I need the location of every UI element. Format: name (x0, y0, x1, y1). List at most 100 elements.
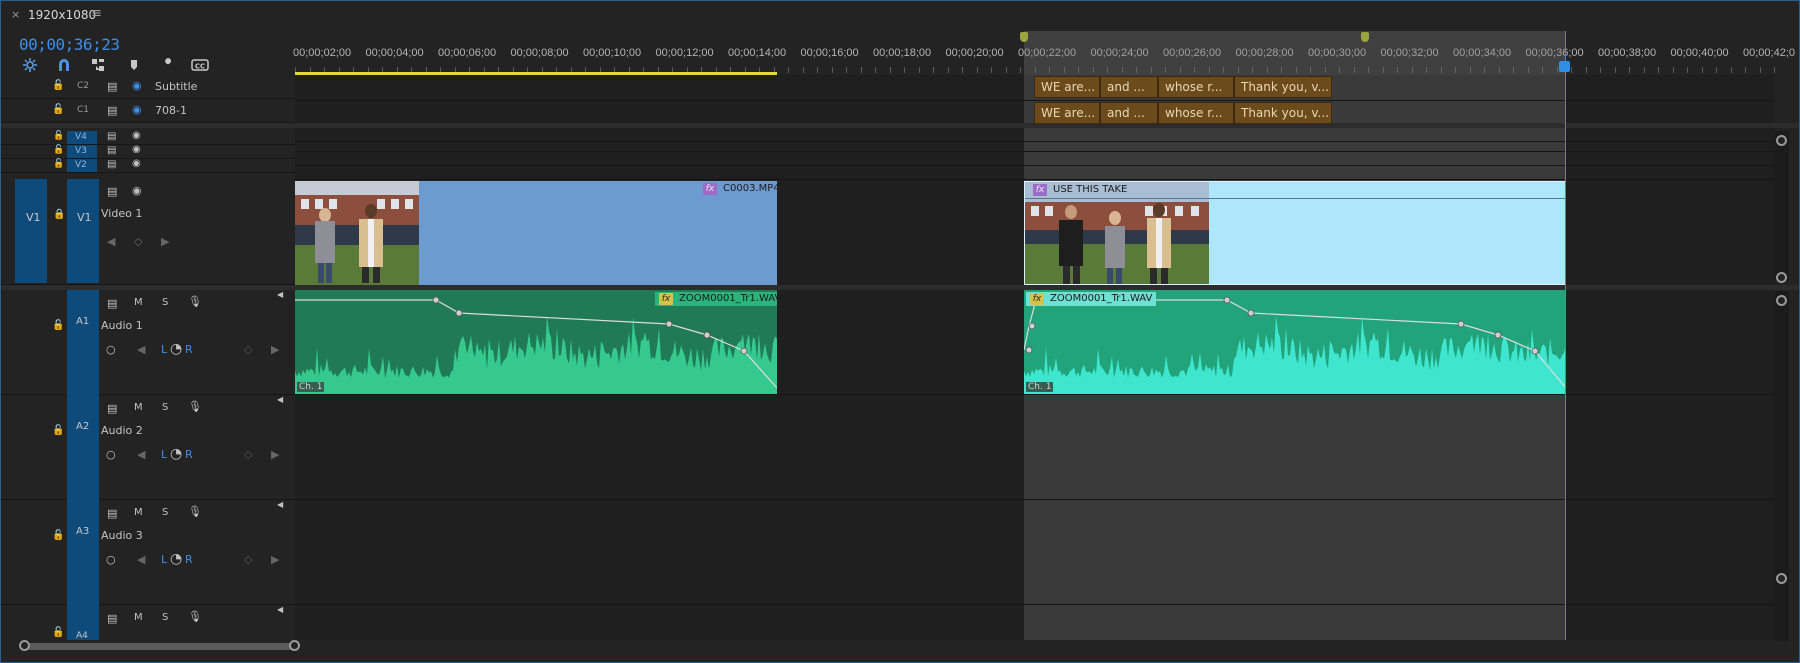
caption-clip[interactable]: Thank you, v... (1234, 76, 1332, 98)
eye-icon[interactable]: ◉ (132, 158, 141, 169)
solo-button[interactable]: S (162, 297, 168, 308)
add-marker-icon[interactable] (125, 57, 143, 73)
fx-badge[interactable]: fx (1033, 184, 1047, 196)
lock-icon[interactable]: 🔓 (52, 104, 64, 115)
collapse-arrow-icon[interactable]: ◀ (277, 290, 283, 299)
toggle-sync-icon[interactable]: ▤ (107, 145, 116, 156)
volume-keyframe-icon[interactable]: ○ (106, 448, 116, 461)
collapse-arrow-icon[interactable]: ◀ (277, 395, 283, 404)
lock-icon[interactable]: 🔓 (52, 425, 64, 436)
solo-button[interactable]: S (162, 507, 168, 518)
previous-keyframe-icon[interactable]: ◀ (137, 553, 145, 566)
close-tab-icon[interactable]: × (11, 8, 20, 21)
sequence-tab-title[interactable]: 1920x1080 (28, 8, 96, 22)
caption-clip[interactable]: WE are... (1034, 102, 1100, 124)
toggle-sync-icon[interactable]: ▤ (107, 402, 117, 415)
linked-selection-icon[interactable] (89, 57, 107, 73)
lock-icon[interactable]: 🔒 (53, 209, 65, 220)
lock-icon[interactable]: 🔓 (52, 627, 64, 638)
next-keyframe-icon[interactable]: ▶ (271, 553, 279, 566)
audio-clip[interactable]: fx ZOOM0001_Tr1.WAV Ch. 1 (295, 290, 777, 394)
snap-icon[interactable] (21, 57, 39, 73)
marker-icon[interactable] (1020, 32, 1028, 42)
eye-hidden-icon[interactable]: ◉ (132, 103, 142, 116)
zoom-handle-left[interactable] (19, 640, 30, 651)
next-keyframe-icon[interactable]: ▶ (271, 343, 279, 356)
track-target-v1[interactable] (67, 179, 99, 283)
track-target-a2[interactable] (67, 395, 99, 500)
track-target-a3[interactable] (67, 500, 99, 605)
volume-keyframe-icon[interactable]: ○ (106, 553, 116, 566)
magnet-icon[interactable] (55, 57, 73, 73)
playhead-handle[interactable] (1559, 61, 1570, 72)
volume-keyframe-icon[interactable]: ○ (106, 343, 116, 356)
toggle-sync-icon[interactable]: ▤ (107, 159, 116, 170)
lock-icon[interactable]: 🔓 (52, 320, 64, 331)
lock-icon[interactable]: 🔓 (53, 159, 64, 169)
microphone-icon[interactable]: 🎙 (188, 610, 202, 623)
video-clip[interactable]: fx C0003.MP4 (295, 181, 777, 285)
zoom-handle-right[interactable] (289, 640, 300, 651)
toggle-sync-icon[interactable]: ▤ (107, 612, 117, 625)
collapse-arrow-icon[interactable]: ◀ (277, 605, 283, 614)
previous-keyframe-icon[interactable]: ◀ (137, 343, 145, 356)
video-clip-selected[interactable]: fx USE THIS TAKE (1024, 181, 1566, 285)
source-patch-v1[interactable] (15, 179, 47, 283)
toggle-sync-icon[interactable]: ▤ (107, 185, 117, 198)
next-keyframe-icon[interactable]: ▶ (271, 448, 279, 461)
playhead-timecode[interactable]: 00;00;36;23 (19, 35, 120, 54)
lock-icon[interactable]: 🔓 (53, 145, 64, 155)
toggle-sync-icon[interactable]: ▤ (107, 80, 117, 93)
toggle-sync-icon[interactable]: ▤ (107, 131, 116, 142)
video-vertical-scrollbar[interactable] (1775, 131, 1789, 283)
add-keyframe-icon[interactable]: ◇ (244, 448, 252, 461)
microphone-icon[interactable]: 🎙 (188, 400, 202, 413)
caption-clip[interactable]: Thank you, v... (1234, 102, 1332, 124)
toggle-sync-icon[interactable]: ▤ (107, 507, 117, 520)
eye-icon[interactable]: ◉ (132, 144, 141, 155)
add-keyframe-icon[interactable]: ◇ (244, 343, 252, 356)
toggle-sync-icon[interactable]: ▤ (107, 297, 117, 310)
fx-badge[interactable]: fx (1030, 293, 1044, 305)
fx-badge[interactable]: fx (703, 183, 717, 195)
collapse-arrow-icon[interactable]: ◀ (277, 500, 283, 509)
pan-knob[interactable]: ◔ (170, 551, 182, 567)
marker-icon[interactable] (1361, 32, 1369, 42)
lock-icon[interactable]: 🔓 (53, 131, 64, 141)
microphone-icon[interactable]: 🎙 (188, 295, 202, 308)
audio-vertical-scrollbar[interactable] (1775, 291, 1789, 641)
pan-knob[interactable]: ◔ (170, 446, 182, 462)
panel-menu-icon[interactable]: ≡ (91, 6, 102, 21)
lock-icon[interactable]: 🔓 (52, 80, 64, 91)
solo-button[interactable]: S (162, 402, 168, 413)
eye-icon[interactable]: ◉ (132, 130, 141, 141)
microphone-icon[interactable]: 🎙 (188, 505, 202, 518)
add-keyframe-icon[interactable]: ◇ (244, 553, 252, 566)
previous-keyframe-icon[interactable]: ◀ (137, 448, 145, 461)
mute-button[interactable]: M (134, 402, 143, 413)
caption-clip[interactable]: WE are... (1034, 76, 1100, 98)
fx-badge[interactable]: fx (659, 293, 673, 305)
toggle-sync-icon[interactable]: ▤ (107, 104, 117, 117)
captions-icon[interactable]: CC (191, 57, 209, 73)
mute-button[interactable]: M (134, 297, 143, 308)
next-keyframe-icon[interactable]: ▶ (161, 235, 169, 248)
in-out-range[interactable] (1024, 31, 1566, 75)
caption-clip[interactable]: whose r... (1158, 76, 1234, 98)
eye-icon[interactable]: ◉ (132, 184, 142, 197)
wrench-icon[interactable] (159, 57, 177, 73)
caption-clip[interactable]: and ... (1100, 76, 1158, 98)
audio-clip-selected[interactable]: fx ZOOM0001_Tr1.WAV Ch. 1 (1024, 290, 1566, 394)
pan-knob[interactable]: ◔ (170, 341, 182, 357)
mute-button[interactable]: M (134, 612, 143, 623)
solo-button[interactable]: S (162, 612, 168, 623)
playhead-line[interactable] (1565, 31, 1566, 640)
mute-button[interactable]: M (134, 507, 143, 518)
caption-clip[interactable]: whose r... (1158, 102, 1234, 124)
caption-clip[interactable]: and ... (1100, 102, 1158, 124)
zoom-scroll-handle[interactable] (23, 643, 295, 650)
eye-hidden-icon[interactable]: ◉ (132, 79, 142, 92)
caption-video-divider[interactable] (1, 123, 1799, 128)
track-target-a1[interactable] (67, 290, 99, 395)
lock-icon[interactable]: 🔓 (52, 530, 64, 541)
